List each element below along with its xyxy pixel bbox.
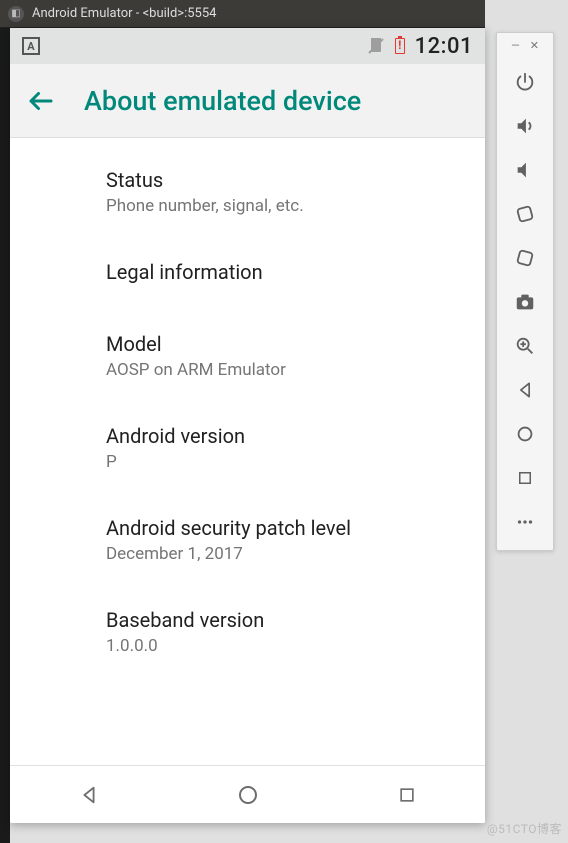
- item-subtitle: December 1, 2017: [106, 544, 469, 564]
- item-subtitle: Phone number, signal, etc.: [106, 196, 469, 216]
- item-title: Status: [106, 168, 469, 192]
- host-titlebar: ◧ Android Emulator - <build>:5554: [0, 0, 485, 28]
- rotate-right-icon[interactable]: [505, 238, 545, 278]
- nav-home-button[interactable]: [236, 783, 260, 807]
- item-title: Android security patch level: [106, 516, 469, 540]
- background-sliver: [0, 28, 10, 843]
- item-title: Legal information: [106, 260, 469, 284]
- page-title: About emulated device: [84, 85, 361, 117]
- list-item-legal[interactable]: Legal information: [10, 238, 485, 310]
- nav-back-button[interactable]: [78, 784, 100, 806]
- rotate-left-icon[interactable]: [505, 194, 545, 234]
- zoom-in-icon[interactable]: [505, 326, 545, 366]
- list-item-model[interactable]: Model AOSP on ARM Emulator: [10, 310, 485, 402]
- list-item-baseband[interactable]: Baseband version 1.0.0.0: [10, 586, 485, 678]
- no-sim-icon: [367, 38, 385, 54]
- status-indicator-icon: A: [22, 37, 40, 55]
- item-title: Baseband version: [106, 608, 469, 632]
- more-icon[interactable]: [505, 502, 545, 542]
- volume-up-icon[interactable]: [505, 106, 545, 146]
- item-subtitle: 1.0.0.0: [106, 636, 469, 656]
- android-nav-bar: [10, 765, 485, 823]
- watermark: @51CTO博客: [487, 820, 562, 837]
- back-icon[interactable]: [505, 370, 545, 410]
- list-item-security-patch[interactable]: Android security patch level December 1,…: [10, 494, 485, 586]
- item-title: Android version: [106, 424, 469, 448]
- list-item-status[interactable]: Status Phone number, signal, etc.: [10, 146, 485, 238]
- back-button[interactable]: [26, 86, 56, 116]
- minimize-button[interactable]: —: [511, 39, 520, 52]
- camera-icon[interactable]: [505, 282, 545, 322]
- settings-list[interactable]: Status Phone number, signal, etc. Legal …: [10, 138, 485, 765]
- overview-icon[interactable]: [505, 458, 545, 498]
- status-clock: 12:01: [415, 34, 473, 59]
- close-button[interactable]: ✕: [530, 39, 539, 52]
- emulator-device-screen: A ! 12:01 About emulated device Status P…: [10, 28, 485, 823]
- home-icon[interactable]: [505, 414, 545, 454]
- app-bar: About emulated device: [10, 64, 485, 138]
- item-subtitle: AOSP on ARM Emulator: [106, 360, 469, 380]
- volume-down-icon[interactable]: [505, 150, 545, 190]
- list-item-android-version[interactable]: Android version P: [10, 402, 485, 494]
- android-status-bar[interactable]: A ! 12:01: [10, 28, 485, 64]
- item-subtitle: P: [106, 452, 469, 472]
- nav-overview-button[interactable]: [397, 785, 417, 805]
- power-icon[interactable]: [505, 62, 545, 102]
- item-title: Model: [106, 332, 469, 356]
- host-app-icon: ◧: [8, 6, 24, 22]
- battery-low-icon: !: [395, 38, 405, 54]
- host-title: Android Emulator - <build>:5554: [32, 6, 216, 21]
- emulator-side-toolbar: — ✕: [496, 32, 554, 551]
